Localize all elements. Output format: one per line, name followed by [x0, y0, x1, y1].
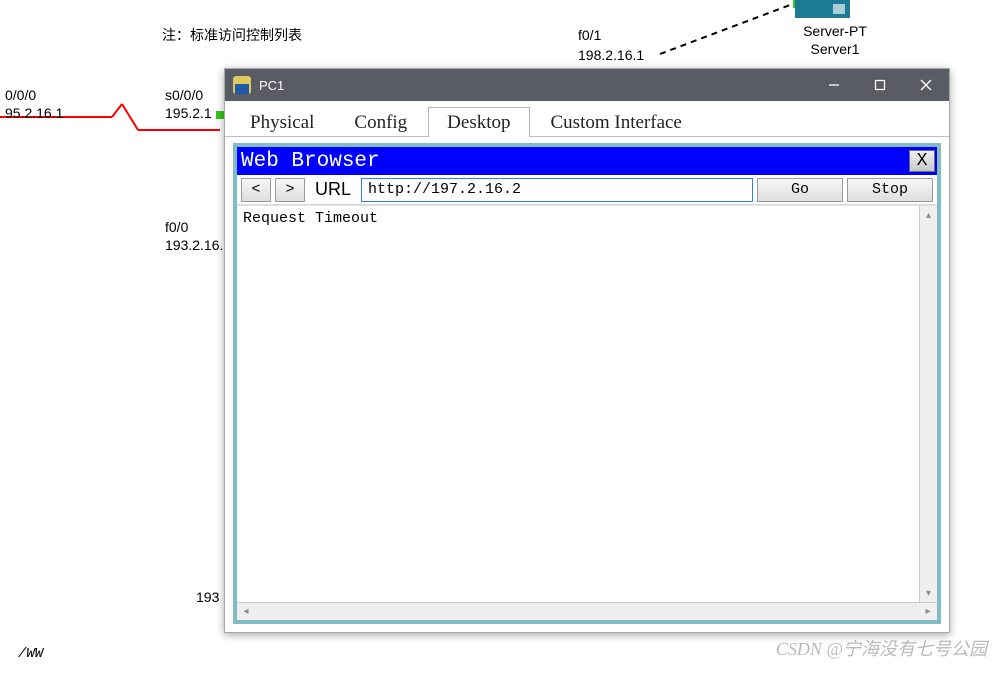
ip-f00: 193.2.16.1 — [165, 236, 231, 254]
close-button[interactable] — [903, 69, 949, 101]
left-port: 0/0/0 — [5, 86, 36, 104]
port-f01: f0/1 — [578, 26, 601, 44]
left-ip: 95.2.16.1 — [5, 104, 63, 122]
server-icon — [795, 0, 850, 18]
window-title: PC1 — [259, 78, 811, 93]
ip-s000: 195.2.1 — [165, 104, 212, 122]
titlebar[interactable]: PC1 — [225, 69, 949, 101]
address-bar-row: < > URL Go Stop — [237, 175, 937, 205]
request-timeout-text: Request Timeout — [243, 210, 378, 227]
window-controls — [811, 69, 949, 101]
app-icon — [233, 76, 251, 94]
tab-physical[interactable]: Physical — [231, 107, 333, 137]
port-f00: f0/0 — [165, 218, 188, 236]
ip-f01: 198.2.16.1 — [578, 46, 644, 64]
maximize-icon — [874, 79, 886, 91]
forward-button[interactable]: > — [275, 178, 305, 202]
back-button[interactable]: < — [241, 178, 271, 202]
tab-custom-interface[interactable]: Custom Interface — [532, 107, 701, 137]
minimize-button[interactable] — [811, 69, 857, 101]
partial-193: 193 — [196, 588, 219, 606]
scroll-left-icon[interactable]: ◂ — [237, 603, 255, 620]
server-host-label: Server1 — [795, 40, 875, 58]
close-icon — [920, 79, 932, 91]
url-label: URL — [315, 179, 351, 200]
horizontal-scrollbar[interactable]: ◂ ▸ — [237, 602, 937, 620]
port-s000: s0/0/0 — [165, 86, 203, 104]
url-input[interactable] — [361, 178, 753, 202]
browser-body: Request Timeout ▴ ▾ — [237, 205, 937, 602]
tab-bar: Physical Config Desktop Custom Interface — [225, 101, 949, 137]
stop-button[interactable]: Stop — [847, 178, 933, 202]
ww-label: /WW — [18, 646, 43, 662]
scroll-down-icon[interactable]: ▾ — [920, 584, 937, 602]
page-content: Request Timeout — [237, 206, 919, 602]
web-browser-title: Web Browser — [241, 150, 909, 173]
minimize-icon — [828, 79, 840, 91]
desktop-frame: Web Browser X < > URL Go Stop Request Ti… — [233, 143, 941, 624]
vertical-scrollbar[interactable]: ▴ ▾ — [919, 206, 937, 602]
note-label: 注：标准访问控制列表 — [162, 26, 302, 44]
maximize-button[interactable] — [857, 69, 903, 101]
web-browser-titlebar: Web Browser X — [237, 147, 937, 175]
go-button[interactable]: Go — [757, 178, 843, 202]
watermark: CSDN @宁海没有七号公园 — [776, 635, 987, 661]
pc1-window: PC1 Physical Config Desktop Custom Inter… — [224, 68, 950, 633]
tab-desktop[interactable]: Desktop — [428, 107, 529, 137]
tab-config[interactable]: Config — [335, 107, 426, 137]
server-pt-label: Server-PT — [795, 22, 875, 40]
web-browser-close-button[interactable]: X — [909, 150, 935, 172]
scroll-right-icon[interactable]: ▸ — [919, 603, 937, 620]
scroll-up-icon[interactable]: ▴ — [920, 206, 937, 224]
